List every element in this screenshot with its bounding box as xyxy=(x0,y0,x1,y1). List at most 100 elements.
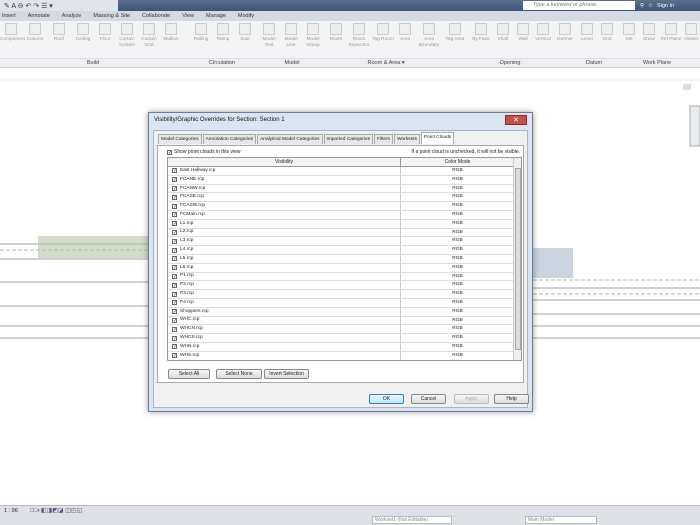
ribbon-tool[interactable]: Mullion xyxy=(160,23,182,43)
ribbon-tool[interactable]: Column xyxy=(24,23,46,43)
color-mode-cell[interactable]: RGB xyxy=(401,263,515,272)
binoculars-icon[interactable]: ⚲ xyxy=(640,3,644,9)
visibility-checkbox[interactable]: ✓ xyxy=(172,300,177,306)
column-header-visibility[interactable]: Visibility xyxy=(168,158,401,166)
color-mode-cell[interactable]: RGB xyxy=(401,202,515,210)
visibility-checkbox[interactable]: ✓ xyxy=(172,168,177,174)
ribbon-tool[interactable]: Show xyxy=(638,23,660,43)
apply-button[interactable]: Apply xyxy=(454,394,489,404)
help-button[interactable]: Help xyxy=(494,394,529,404)
quick-access-toolbar[interactable]: ✎ A ⊖ ↶ ↷ ☰ ▾ xyxy=(0,0,118,11)
visibility-checkbox[interactable]: ✓ xyxy=(172,221,177,227)
ribbon-tool[interactable]: Viewer xyxy=(680,23,700,43)
visibility-checkbox[interactable]: ✓ xyxy=(172,238,177,244)
ribbon-tool[interactable]: Dormer xyxy=(554,23,576,43)
ribbon-tab[interactable]: Collaborate xyxy=(142,13,170,19)
dialog-tab[interactable]: Point Clouds xyxy=(420,132,455,144)
ribbon-tool[interactable]: Railing xyxy=(190,23,212,43)
color-mode-cell[interactable]: RGB xyxy=(401,272,515,281)
ribbon-tool[interactable]: Tag Room xyxy=(372,23,394,43)
ribbon-tab[interactable]: Modify xyxy=(238,13,254,19)
color-mode-cell[interactable]: RGB xyxy=(401,281,515,290)
visibility-checkbox[interactable]: ✓ xyxy=(172,353,177,359)
ribbon-tool[interactable]: Curtain System xyxy=(116,23,138,48)
visibility-checkbox[interactable]: ✓ xyxy=(172,203,177,209)
ribbon-tab[interactable]: Analyze xyxy=(62,13,82,19)
visibility-checkbox[interactable]: ✓ xyxy=(172,273,177,279)
color-mode-cell[interactable]: RGB xyxy=(401,210,515,219)
dialog-tab[interactable]: Imported Categories xyxy=(323,134,374,144)
ribbon-tool[interactable]: Area Boundary xyxy=(418,23,440,48)
color-mode-cell[interactable]: RGB xyxy=(401,334,515,342)
visibility-checkbox[interactable]: ✓ xyxy=(172,229,177,235)
color-mode-cell[interactable]: RGB xyxy=(401,184,515,193)
view-scale[interactable]: 1 : 96 xyxy=(4,508,18,514)
ribbon-tool[interactable]: Curtain Grid xyxy=(138,23,160,48)
view-control-icons[interactable]: □□◐◧◨◩◪ ◫◰◱ xyxy=(30,507,82,514)
ribbon-tool[interactable]: Tag Area xyxy=(444,23,466,43)
color-mode-cell[interactable]: RGB xyxy=(401,228,515,237)
ribbon-tool[interactable]: Area xyxy=(394,23,416,43)
color-mode-cell[interactable]: RGB xyxy=(401,325,515,334)
star-icon[interactable]: ☆ xyxy=(648,3,653,9)
color-mode-cell[interactable]: RGB xyxy=(401,351,515,360)
invert-selection-button[interactable]: Invert Selection xyxy=(264,369,309,379)
ribbon-tool[interactable]: Component xyxy=(0,23,25,43)
visibility-checkbox[interactable]: ✓ xyxy=(172,247,177,253)
visibility-checkbox[interactable]: ✓ xyxy=(172,291,177,297)
color-mode-cell[interactable]: RGB xyxy=(401,316,515,325)
vertical-scrollbar[interactable] xyxy=(513,158,521,360)
dialog-tab[interactable]: Analytical Model Categories xyxy=(257,134,323,144)
dialog-tab[interactable]: Worksets xyxy=(394,134,420,144)
ribbon-tool[interactable]: Ref Plane xyxy=(660,23,682,43)
ribbon-tool[interactable]: Model Group xyxy=(302,23,324,48)
visibility-checkbox[interactable]: ✓ xyxy=(172,194,177,200)
ribbon-tool[interactable]: Level xyxy=(576,23,598,43)
column-header-color-mode[interactable]: Color Mode xyxy=(401,158,515,166)
ribbon-tool[interactable]: Grid xyxy=(596,23,618,43)
ribbon-tab[interactable]: Manage xyxy=(206,13,226,19)
show-point-clouds-checkbox[interactable]: ✓ Show point clouds in this view xyxy=(167,149,240,155)
color-mode-cell[interactable]: RGB xyxy=(401,219,515,228)
visibility-checkbox[interactable]: ✓ xyxy=(172,317,177,323)
ok-button[interactable]: OK xyxy=(369,394,404,404)
ribbon-tool[interactable]: Stair xyxy=(234,23,256,43)
visibility-checkbox[interactable]: ✓ xyxy=(172,256,177,262)
ribbon-tool[interactable]: Ramp xyxy=(212,23,234,43)
visibility-checkbox[interactable]: ✓ xyxy=(172,326,177,332)
cancel-button[interactable]: Cancel xyxy=(411,394,446,404)
ribbon-tool[interactable]: Room Separator xyxy=(348,23,370,48)
visibility-checkbox[interactable]: ✓ xyxy=(172,212,177,218)
ribbon-tool[interactable]: Ceiling xyxy=(72,23,94,43)
dialog-tab[interactable]: Model Categories xyxy=(158,134,202,144)
visibility-checkbox[interactable]: ✓ xyxy=(172,282,177,288)
color-mode-cell[interactable]: RGB xyxy=(401,246,515,254)
ribbon-tool[interactable]: Model Text xyxy=(258,23,280,48)
sign-in[interactable]: ⚲ ☆ Sign In xyxy=(640,0,674,11)
ribbon-tool[interactable]: Model Line xyxy=(280,23,302,48)
ribbon-tab[interactable]: Annotate xyxy=(28,13,50,19)
ribbon-tool[interactable]: By Face xyxy=(470,23,492,43)
color-mode-cell[interactable]: RGB xyxy=(401,290,515,298)
workset-select[interactable]: Workset1 (Not Editable) xyxy=(372,516,452,524)
select-none-button[interactable]: Select None xyxy=(216,369,262,379)
color-mode-cell[interactable]: RGB xyxy=(401,167,515,175)
visibility-checkbox[interactable]: ✓ xyxy=(172,335,177,341)
color-mode-cell[interactable]: RGB xyxy=(401,254,515,263)
select-all-button[interactable]: Select All xyxy=(168,369,210,379)
color-mode-cell[interactable]: RGB xyxy=(401,307,515,316)
design-option-select[interactable]: Main Model xyxy=(525,516,597,524)
visibility-checkbox[interactable]: ✓ xyxy=(172,177,177,183)
sign-in-label[interactable]: Sign In xyxy=(657,3,674,9)
close-button[interactable]: ✕ xyxy=(505,115,527,125)
dialog-tab[interactable]: Annotation Categories xyxy=(202,134,257,144)
visibility-checkbox[interactable]: ✓ xyxy=(172,309,177,315)
color-mode-cell[interactable]: RGB xyxy=(401,193,515,202)
visibility-checkbox[interactable]: ✓ xyxy=(172,185,177,191)
ribbon-tool[interactable]: Wall xyxy=(512,23,534,43)
ribbon-tab[interactable]: Massing & Site xyxy=(93,13,130,19)
ribbon-tool[interactable]: Set xyxy=(618,23,640,43)
ribbon-tab[interactable]: Insert xyxy=(2,13,16,19)
ribbon-tool[interactable]: Roof xyxy=(48,23,70,43)
visibility-checkbox[interactable]: ✓ xyxy=(172,344,177,350)
